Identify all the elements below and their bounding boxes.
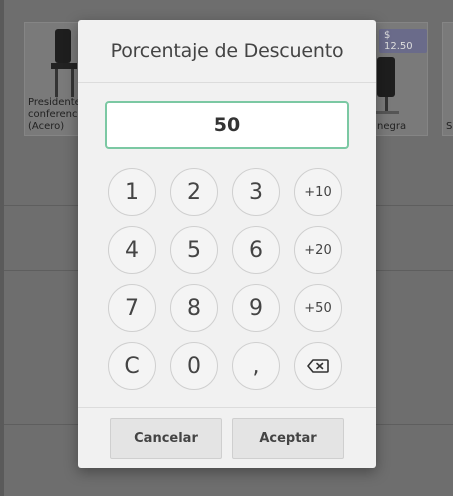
key-0[interactable]: 0 bbox=[170, 342, 218, 390]
dialog-title: Porcentaje de Descuento bbox=[110, 40, 344, 62]
key-decimal[interactable]: , bbox=[232, 342, 280, 390]
key-plus-50[interactable]: +50 bbox=[294, 284, 342, 332]
dialog-header: Porcentaje de Descuento bbox=[78, 20, 376, 83]
discount-value-text: 50 bbox=[213, 114, 241, 136]
key-2[interactable]: 2 bbox=[170, 168, 218, 216]
key-6[interactable]: 6 bbox=[232, 226, 280, 274]
key-5[interactable]: 5 bbox=[170, 226, 218, 274]
discount-value-input[interactable]: 50 bbox=[105, 101, 349, 149]
product-name: Presidente conferenci (Acero) bbox=[28, 97, 81, 132]
product-name: S bbox=[446, 121, 453, 132]
discount-dialog: Porcentaje de Descuento 50 1 2 3 +10 4 5… bbox=[78, 20, 376, 468]
chair-image bbox=[51, 29, 77, 97]
key-1[interactable]: 1 bbox=[108, 168, 156, 216]
cancel-button[interactable]: Cancelar bbox=[110, 418, 222, 459]
key-plus-20[interactable]: +20 bbox=[294, 226, 342, 274]
product-name: negra bbox=[377, 121, 407, 132]
key-9[interactable]: 9 bbox=[232, 284, 280, 332]
backspace-icon bbox=[307, 359, 329, 373]
key-clear[interactable]: C bbox=[108, 342, 156, 390]
chair-image bbox=[375, 57, 399, 114]
product-card[interactable]: $ 12.50 negra bbox=[372, 22, 428, 136]
accept-button[interactable]: Aceptar bbox=[232, 418, 344, 459]
product-card[interactable]: Presidente conferenci (Acero) bbox=[24, 22, 82, 136]
key-3[interactable]: 3 bbox=[232, 168, 280, 216]
key-plus-10[interactable]: +10 bbox=[294, 168, 342, 216]
key-7[interactable]: 7 bbox=[108, 284, 156, 332]
key-8[interactable]: 8 bbox=[170, 284, 218, 332]
dialog-footer: Cancelar Aceptar bbox=[78, 407, 376, 468]
product-card[interactable]: S bbox=[442, 22, 453, 136]
left-scroll-strip bbox=[0, 0, 4, 496]
key-4[interactable]: 4 bbox=[108, 226, 156, 274]
key-backspace[interactable] bbox=[294, 342, 342, 390]
product-price: $ 12.50 bbox=[379, 29, 427, 53]
